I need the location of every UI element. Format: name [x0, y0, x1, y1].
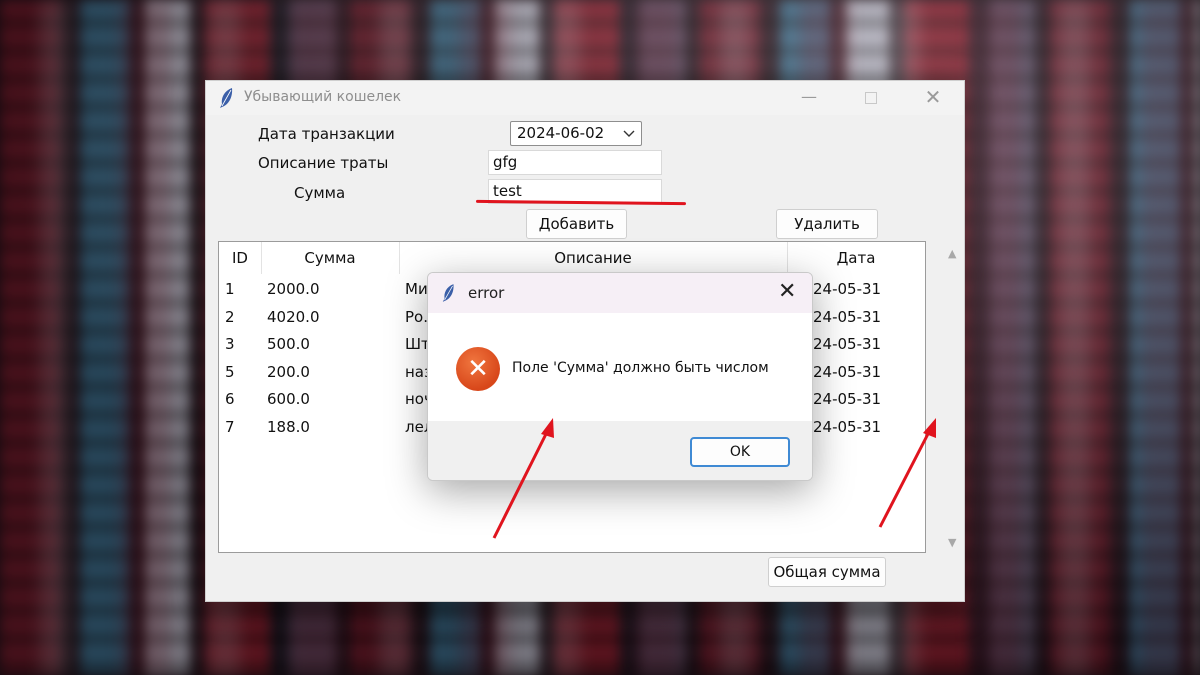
- annotation-arrow: [878, 418, 936, 528]
- annotation-arrow: [492, 418, 554, 539]
- annotation-arrows: [492, 418, 936, 539]
